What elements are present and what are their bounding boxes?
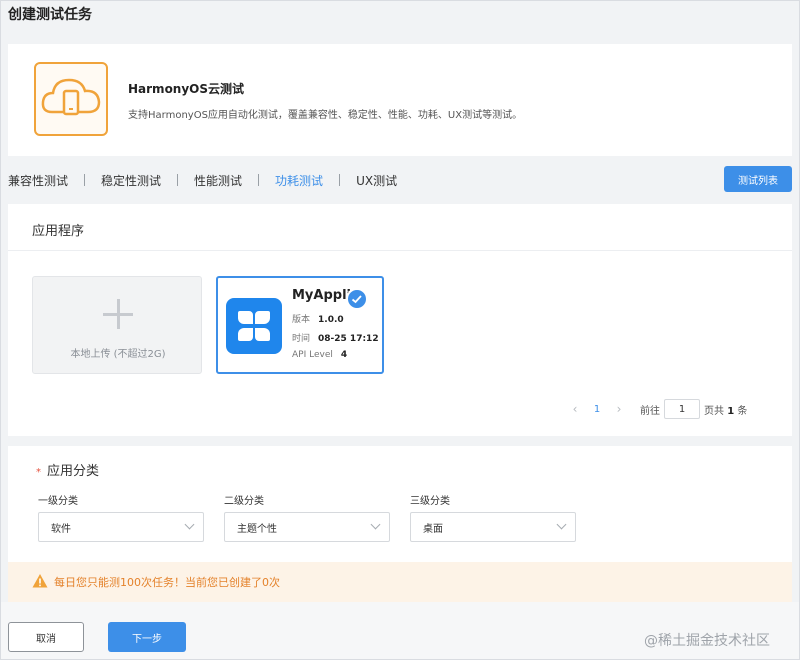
app-version-value: 1.0.0	[318, 315, 344, 325]
category-title: * 应用分类	[36, 460, 99, 479]
chevron-right-icon[interactable]: ›	[608, 402, 630, 416]
app-version-row: 版本 1.0.0	[292, 312, 344, 325]
tab-stability[interactable]: 稳定性测试	[101, 172, 161, 189]
tab-divider	[177, 174, 178, 186]
check-icon	[346, 288, 368, 310]
level2-select[interactable]: 主题个性	[224, 512, 390, 542]
app-clover-icon-graphic	[226, 298, 282, 354]
tab-power-consumption[interactable]: 功耗测试	[275, 172, 323, 189]
level1-select[interactable]: 软件	[38, 512, 204, 542]
section-divider	[8, 250, 792, 251]
cloud-phone-icon	[34, 62, 108, 136]
app-clover-icon	[226, 298, 282, 354]
tab-divider	[84, 174, 85, 186]
test-type-tabs: 兼容性测试 稳定性测试 性能测试 功耗测试 UX测试	[8, 168, 397, 192]
check-icon-graphic	[348, 290, 366, 308]
page-number-current[interactable]: 1	[586, 404, 608, 415]
cloud-phone-icon-graphic	[36, 64, 106, 134]
required-mark: *	[36, 467, 41, 478]
total-prefix: 页共	[704, 406, 724, 417]
chevron-down-icon	[371, 520, 381, 530]
watermark: @稀土掘金技术社区	[644, 630, 770, 650]
warning-text: 每日您只能测100次任务！当前您已创建了0次	[54, 574, 280, 590]
level3-value: 桌面	[423, 520, 443, 535]
test-list-button[interactable]: 测试列表	[724, 166, 792, 192]
local-upload-button[interactable]: 本地上传 (不超过2G)	[32, 276, 202, 374]
level1-value: 软件	[51, 520, 71, 535]
chevron-down-icon	[185, 520, 195, 530]
tab-ux[interactable]: UX测试	[356, 172, 397, 189]
level2-value: 主题个性	[237, 520, 277, 535]
pagination: ‹ 1 › 前往 页共 1 条	[564, 398, 747, 420]
app-time-label: 时间	[292, 334, 310, 344]
next-step-button[interactable]: 下一步	[108, 622, 186, 652]
app-card[interactable]: MyAppli... 版本1.0.0 时间08-25 17:12 API Lev…	[216, 276, 384, 374]
category-section: * 应用分类 一级分类 二级分类 三级分类 软件 主题个性 桌面	[8, 446, 792, 562]
upload-label: 本地上传 (不超过2G)	[33, 345, 203, 360]
app-api-row: API Level 4	[292, 350, 347, 360]
product-description: 支持HarmonyOS应用自动化测试，覆盖兼容性、稳定性、性能、功耗、UX测试等…	[128, 106, 522, 121]
app-api-value: 4	[341, 350, 347, 360]
total-count-text: 页共 1 条	[704, 402, 747, 417]
tab-divider	[258, 174, 259, 186]
plus-icon	[103, 299, 133, 329]
goto-label: 前往	[640, 402, 660, 417]
chevron-left-icon[interactable]: ‹	[564, 402, 586, 416]
category-title-text: 应用分类	[47, 464, 99, 479]
warning-icon	[32, 573, 48, 589]
tab-performance[interactable]: 性能测试	[194, 172, 242, 189]
tab-divider	[339, 174, 340, 186]
warning-banner: 每日您只能测100次任务！当前您已创建了0次	[8, 562, 792, 602]
app-time-value: 08-25 17:12	[318, 334, 379, 344]
level3-select[interactable]: 桌面	[410, 512, 576, 542]
level2-label: 二级分类	[224, 492, 264, 507]
page-title: 创建测试任务	[8, 4, 92, 24]
product-name: HarmonyOS云测试	[128, 80, 244, 97]
tab-compatibility[interactable]: 兼容性测试	[8, 172, 68, 189]
cancel-button[interactable]: 取消	[8, 622, 84, 652]
app-section: 应用程序 本地上传 (不超过2G) MyAppli... 版本1.0.0	[8, 204, 792, 436]
app-version-label: 版本	[292, 315, 310, 325]
product-card: HarmonyOS云测试 支持HarmonyOS应用自动化测试，覆盖兼容性、稳定…	[8, 44, 792, 156]
app-api-label: API Level	[292, 350, 333, 360]
app-section-title: 应用程序	[32, 220, 84, 239]
total-suffix: 条	[737, 406, 747, 417]
level1-label: 一级分类	[38, 492, 78, 507]
app-time-row: 时间 08-25 17:12	[292, 331, 379, 344]
chevron-down-icon	[557, 520, 567, 530]
level3-label: 三级分类	[410, 492, 450, 507]
goto-page-input[interactable]	[664, 399, 700, 419]
total-count: 1	[727, 406, 734, 417]
